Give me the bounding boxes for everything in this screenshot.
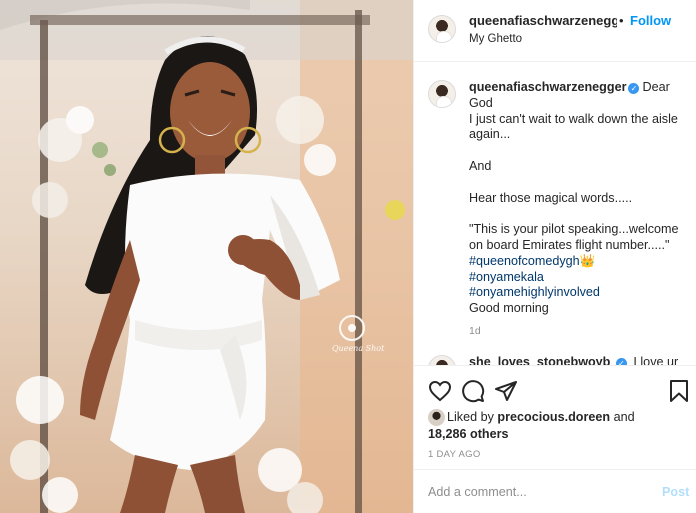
comment-avatar[interactable] <box>428 355 456 365</box>
photo-watermark: Queena Shot <box>332 344 385 353</box>
post-date[interactable]: 1 DAY AGO <box>428 449 481 460</box>
caption-avatar[interactable] <box>428 80 456 108</box>
post-header: queenafiaschwarzenegger • Follow My Ghet… <box>414 0 696 62</box>
caption-username[interactable]: queenafiaschwarzenegger <box>469 80 626 94</box>
post-photo[interactable]: Queena Shot <box>0 0 413 513</box>
location-link[interactable]: My Ghetto <box>469 33 522 45</box>
post-photo-art <box>0 0 413 513</box>
header-username[interactable]: queenafiaschwarzenegger <box>469 13 617 28</box>
comment-item: she_loves_stonebwoyb ✓ I love ur <box>469 355 691 365</box>
bookmark-icon[interactable] <box>667 379 691 403</box>
follow-button[interactable]: Follow <box>630 13 671 28</box>
comment-input[interactable] <box>428 482 648 502</box>
comment-icon[interactable] <box>461 379 485 403</box>
caption-quote-line: "This is your pilot speaking...welcome <box>469 222 679 237</box>
liked-by-text: Liked by precocious.doreen and <box>447 410 635 424</box>
caption-line: God <box>469 95 493 110</box>
post-actions: Liked by precocious.doreen and 18,286 ot… <box>414 365 696 477</box>
comment-text: I love ur <box>633 355 679 365</box>
verified-badge-icon: ✓ <box>628 83 640 94</box>
verified-badge-icon: ✓ <box>615 358 627 365</box>
heart-icon[interactable] <box>428 379 452 403</box>
caption-line: Good morning <box>469 301 549 316</box>
add-comment-bar: Post <box>414 469 696 513</box>
caption-timestamp[interactable]: 1d <box>469 324 691 340</box>
caption-line: And <box>469 158 492 173</box>
liker-avatar[interactable] <box>428 409 445 426</box>
caption-quote-line: on board Emirates flight number....." <box>469 237 670 252</box>
post-side-panel: queenafiaschwarzenegger • Follow My Ghet… <box>413 0 696 513</box>
separator-dot: • <box>619 13 624 28</box>
comment-username[interactable]: she_loves_stonebwoyb <box>469 355 610 365</box>
avatar[interactable] <box>428 15 456 43</box>
caption-line: again... <box>469 127 511 142</box>
hashtag-link[interactable]: #onyamehighlyinvolved <box>469 285 691 301</box>
liked-by-prefix: Liked by <box>447 410 494 424</box>
caption-line: Hear those magical words..... <box>469 190 633 205</box>
liker-username[interactable]: precocious.doreen <box>497 410 610 424</box>
post-comment-button[interactable]: Post <box>662 485 689 499</box>
paper-plane-icon[interactable] <box>494 379 518 403</box>
caption: queenafiaschwarzenegger ✓ Dear God I just … <box>469 80 691 340</box>
liked-by-conj: and <box>613 410 635 424</box>
caption-line: I just can't wait to walk down the aisle <box>469 111 678 126</box>
comments-list[interactable]: queenafiaschwarzenegger ✓ Dear God I just … <box>414 63 696 365</box>
hashtag-link[interactable]: #queenofcomedygh👑 <box>469 254 691 270</box>
likes-count[interactable]: 18,286 others <box>428 427 509 441</box>
hashtag-link[interactable]: #onyamekala <box>469 270 691 286</box>
caption-first-line: Dear <box>642 80 670 94</box>
